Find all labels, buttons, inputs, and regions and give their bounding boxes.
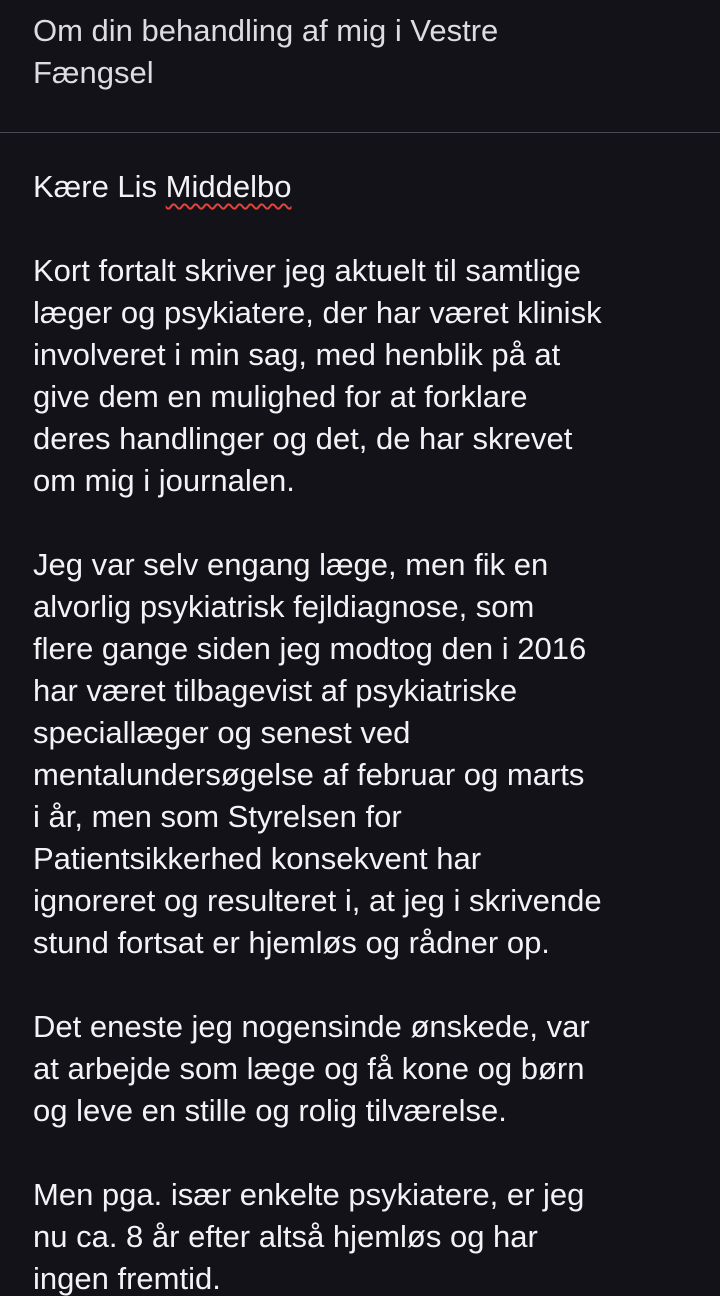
email-paragraph: Men pga. især enkelte psykiatere, er jeg… xyxy=(33,1174,705,1296)
paragraph-line: ingen fremtid. xyxy=(33,1261,221,1296)
email-paragraph: Jeg var selv engang læge, men fik en alvo… xyxy=(33,544,705,964)
paragraph-line: i år, men som Styrelsen for xyxy=(33,799,402,834)
paragraph-line: at arbejde som læge og få kone og børn xyxy=(33,1051,585,1086)
email-subject-line: Om din behandling af mig i Vestre xyxy=(33,13,499,48)
paragraph-line: nu ca. 8 år efter altså hjemløs og har xyxy=(33,1219,538,1254)
greeting-prefix: Kære Lis xyxy=(33,169,166,204)
paragraph-line: alvorlig psykiatrisk fejldiagnose, som xyxy=(33,589,535,624)
paragraph-line: Jeg var selv engang læge, men fik en xyxy=(33,547,549,582)
paragraph-line: og leve en stille og rolig tilværelse. xyxy=(33,1093,507,1128)
email-greeting: Kære Lis Middelbo xyxy=(33,166,705,208)
paragraph-line: stund fortsat er hjemløs og rådner op. xyxy=(33,925,550,960)
paragraph-line: deres handlinger og det, de har skrevet xyxy=(33,421,573,456)
email-subject-line: Fængsel xyxy=(33,55,154,90)
paragraph-line: mentalundersøgelse af februar og marts xyxy=(33,757,585,792)
header-divider xyxy=(0,132,720,133)
paragraph-line: læger og psykiatere, der har været klini… xyxy=(33,295,602,330)
email-paragraph: Kort fortalt skriver jeg aktuelt til sam… xyxy=(33,250,705,502)
greeting-name-misspelled[interactable]: Middelbo xyxy=(166,169,292,204)
paragraph-line: give dem en mulighed for at forklare xyxy=(33,379,528,414)
paragraph-line: speciallæger og senest ved xyxy=(33,715,411,750)
email-body[interactable]: Kære Lis Middelbo Kort fortalt skriver j… xyxy=(33,166,705,1296)
email-paragraph: Det eneste jeg nogensinde ønskede, var at… xyxy=(33,1006,705,1132)
paragraph-line: involveret i min sag, med henblik på at xyxy=(33,337,561,372)
paragraph-line: Patientsikkerhed konsekvent har xyxy=(33,841,482,876)
email-paragraphs: Kort fortalt skriver jeg aktuelt til sam… xyxy=(33,250,705,1296)
paragraph-line: flere gange siden jeg modtog den i 2016 xyxy=(33,631,587,666)
paragraph-line: om mig i journalen. xyxy=(33,463,295,498)
paragraph-line: Kort fortalt skriver jeg aktuelt til sam… xyxy=(33,253,581,288)
paragraph-line: har været tilbagevist af psykiatriske xyxy=(33,673,518,708)
paragraph-line: Det eneste jeg nogensinde ønskede, var xyxy=(33,1009,590,1044)
paragraph-line: ignoreret og resulteret i, at jeg i skri… xyxy=(33,883,602,918)
paragraph-line: Men pga. især enkelte psykiatere, er jeg xyxy=(33,1177,585,1212)
email-subject: Om din behandling af mig i Vestre Fængse… xyxy=(33,10,673,94)
